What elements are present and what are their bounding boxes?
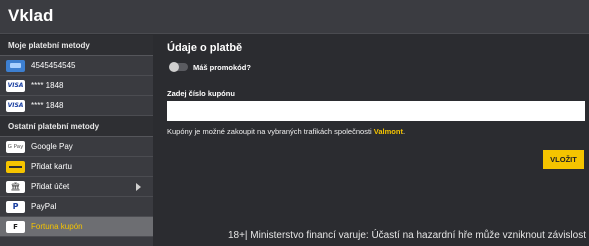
add-card-icon <box>6 160 25 173</box>
coupon-number-label: Zadej číslo kupónu <box>167 89 235 98</box>
payment-details-heading: Údaje o platbě <box>167 42 243 54</box>
coupon-info-end: . <box>402 127 406 136</box>
bank-icon: 🏛 <box>6 180 25 193</box>
valmont-link[interactable]: Valmont <box>374 127 403 136</box>
add-card-item[interactable]: Přidat kartu <box>0 157 153 177</box>
google-pay-item[interactable]: G Pay Google Pay <box>0 137 153 157</box>
other-methods-heading: Ostatní platební metody <box>0 116 153 137</box>
payment-methods-sidebar: Moje platební metody 4545454545 VISA ***… <box>0 35 153 246</box>
chevron-right-icon <box>136 183 141 191</box>
visa-icon: VISA <box>6 99 25 112</box>
coupon-number-input[interactable] <box>167 101 585 121</box>
saved-visa-label-1: **** 1848 <box>31 81 64 90</box>
add-card-label: Přidat kartu <box>31 162 72 171</box>
saved-visa-item-2[interactable]: VISA **** 1848 <box>0 96 153 116</box>
gambling-warning: 18+| Ministerstvo financí varuje: Účastí… <box>227 230 586 241</box>
fortuna-coupon-label: Fortuna kupón <box>31 222 83 231</box>
saved-visa-item-1[interactable]: VISA **** 1848 <box>0 76 153 96</box>
paypal-label: PayPal <box>31 202 57 211</box>
paypal-item[interactable]: P PayPal <box>0 197 153 217</box>
visa-icon: VISA <box>6 79 25 92</box>
add-account-label: Přidat účet <box>31 182 70 191</box>
promo-code-toggle[interactable] <box>169 62 188 72</box>
payment-details-panel: Údaje o platbě Máš promokód? Zadej číslo… <box>153 35 589 246</box>
app-header: Vklad <box>0 0 589 34</box>
add-account-item[interactable]: 🏛 Přidat účet <box>0 177 153 197</box>
card-icon <box>6 59 25 72</box>
fortuna-coupon-item[interactable]: F Fortuna kupón <box>0 217 153 237</box>
deposit-button[interactable]: VLOŽIT <box>543 150 584 169</box>
saved-visa-label-2: **** 1848 <box>31 101 64 110</box>
fortuna-coupon-icon: F <box>6 220 25 233</box>
coupon-info-lead: Kupóny je možné zakoupit na vybraných tr… <box>167 127 374 136</box>
coupon-info-text: Kupóny je možné zakoupit na vybraných tr… <box>167 127 405 136</box>
google-pay-label: Google Pay <box>31 142 73 151</box>
saved-card-label: 4545454545 <box>31 61 76 70</box>
saved-card-item[interactable]: 4545454545 <box>0 56 153 76</box>
google-pay-icon: G Pay <box>6 140 25 153</box>
page-title: Vklad <box>8 6 54 25</box>
my-methods-heading: Moje platební metody <box>0 35 153 56</box>
promo-code-toggle-label: Máš promokód? <box>193 63 251 72</box>
paypal-icon: P <box>6 200 25 213</box>
